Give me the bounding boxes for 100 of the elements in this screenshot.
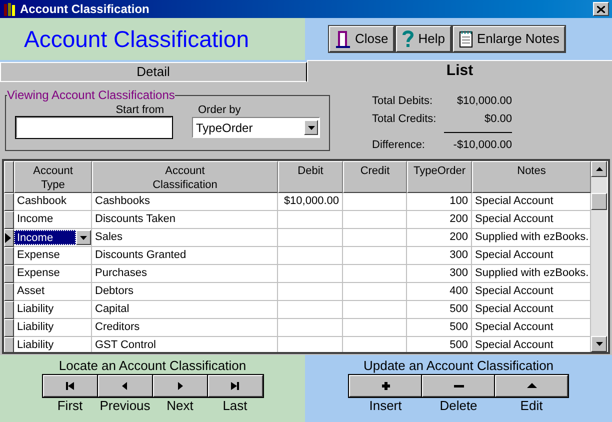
table-row[interactable]: Liability Creditors 500 Special Account: [4, 319, 591, 337]
row-selector[interactable]: [4, 301, 14, 319]
table-cell: Liability: [14, 301, 92, 319]
last-button[interactable]: [208, 375, 262, 397]
table-cell: [278, 301, 343, 319]
table-cell: Creditors: [92, 319, 278, 337]
tab[interactable]: Detail: [0, 62, 306, 82]
table-row[interactable]: Liability Capital 500 Special Account: [4, 301, 591, 319]
table-cell: 200: [407, 211, 472, 229]
total-value: $0.00: [444, 111, 512, 133]
scroll-up-button[interactable]: [591, 161, 607, 177]
table-cell: Discounts Granted: [92, 247, 278, 265]
button-label: Previous: [100, 398, 150, 414]
row-selector[interactable]: [4, 283, 14, 301]
vertical-scrollbar[interactable]: [591, 161, 607, 352]
button-label: Edit: [520, 398, 543, 414]
start-from-field[interactable]: [16, 117, 172, 138]
group-legend: Viewing Account Classifications: [7, 88, 175, 102]
table-cell: Income: [14, 211, 92, 229]
first-button[interactable]: [42, 375, 98, 397]
table-cell: Purchases: [92, 265, 278, 283]
current-row-icon: [5, 233, 11, 243]
table-cell: [343, 229, 407, 247]
previous-button[interactable]: [98, 375, 152, 397]
table-row[interactable]: Expense Purchases 300 Supplied with ezBooks.: [4, 265, 591, 283]
total-label: Total Debits:: [372, 94, 433, 109]
table-row[interactable]: Income Discounts Taken 200 Special Account: [4, 211, 591, 229]
column-header: Account Classification: [92, 161, 278, 193]
row-selector[interactable]: [4, 229, 14, 247]
last-record-icon: [229, 381, 241, 391]
section-title: Update an Account Classification: [363, 358, 554, 373]
row-selector[interactable]: [4, 265, 14, 283]
table-cell: [278, 211, 343, 229]
table-row[interactable]: Income Sales 200 Supplied with ezBooks.: [4, 229, 591, 247]
table-cell: [278, 229, 343, 247]
column-header: Notes: [472, 161, 591, 193]
table-cell: 500: [407, 319, 472, 337]
button-label: First: [57, 398, 83, 414]
help-button[interactable]: Help: [396, 26, 451, 52]
page-title: Account Classification: [24, 24, 249, 54]
next-button[interactable]: [152, 375, 208, 397]
up-arrow-icon: [596, 167, 602, 171]
row-selector[interactable]: [4, 319, 14, 337]
scroll-thumb[interactable]: [591, 193, 607, 210]
table-cell: 300: [407, 247, 472, 265]
table-cell: [343, 283, 407, 301]
table-cell: [343, 247, 407, 265]
table-cell: Liability: [14, 319, 92, 337]
close-button[interactable]: [593, 2, 609, 16]
window-title: Account Classification: [20, 1, 150, 18]
table-row[interactable]: Expense Discounts Granted 300 Special Account: [4, 247, 591, 265]
row-selector[interactable]: [4, 337, 14, 352]
column-header: Debit: [278, 161, 343, 193]
table-cell: [343, 301, 407, 319]
table-cell: Cashbook: [14, 193, 92, 211]
field-label: Order by: [198, 104, 241, 117]
notepad-icon: [459, 30, 473, 48]
total-label: Total Credits:: [372, 112, 436, 127]
column-header: Account Type: [14, 161, 92, 193]
table-cell: 500: [407, 301, 472, 319]
table-cell: 200: [407, 229, 472, 247]
row-selector[interactable]: [4, 211, 14, 229]
table-row[interactable]: Cashbook Cashbooks $10,000.00 100 Special Account: [4, 193, 591, 211]
insert-button[interactable]: [349, 375, 422, 397]
table-cell: $10,000.00: [278, 193, 343, 211]
table-cell: Discounts Taken: [92, 211, 278, 229]
table-cell: [278, 265, 343, 283]
delete-button[interactable]: [422, 375, 495, 397]
section-title: Locate an Account Classification: [58, 358, 246, 373]
table-cell: Sales: [92, 229, 278, 247]
table-cell: 400: [407, 283, 472, 301]
edit-button[interactable]: [495, 375, 568, 397]
up-triangle-icon: [526, 381, 538, 391]
column-header: TypeOrder: [407, 161, 472, 193]
order-by-dropdown[interactable]: TypeOrder: [192, 117, 320, 138]
table-cell: [278, 319, 343, 337]
table-cell: Capital: [92, 301, 278, 319]
table-cell: 100: [407, 193, 472, 211]
total-value: $10,000.00: [456, 94, 512, 109]
table-cell: [278, 247, 343, 265]
total-label: Difference:: [372, 138, 425, 153]
down-arrow-icon: [596, 342, 602, 346]
table-cell: Expense: [14, 265, 92, 283]
scroll-down-button[interactable]: [591, 336, 607, 352]
button-label: Next: [166, 398, 194, 414]
close-icon: [597, 6, 605, 12]
first-record-icon: [64, 381, 76, 391]
row-selector[interactable]: [4, 193, 14, 211]
close-button[interactable]: Close: [329, 26, 394, 52]
button-label: Insert: [369, 398, 402, 414]
button-label: Delete: [440, 398, 478, 414]
table-cell: Cashbooks: [92, 193, 278, 211]
table-cell: [343, 265, 407, 283]
question-mark-icon: [402, 30, 414, 48]
row-selector[interactable]: [4, 247, 14, 265]
tab[interactable]: List: [306, 60, 612, 82]
table-cell: [343, 319, 407, 337]
notes-button[interactable]: Enlarge Notes: [453, 26, 566, 52]
table-row[interactable]: Asset Debtors 400 Special Account: [4, 283, 591, 301]
books-icon: [3, 2, 17, 16]
